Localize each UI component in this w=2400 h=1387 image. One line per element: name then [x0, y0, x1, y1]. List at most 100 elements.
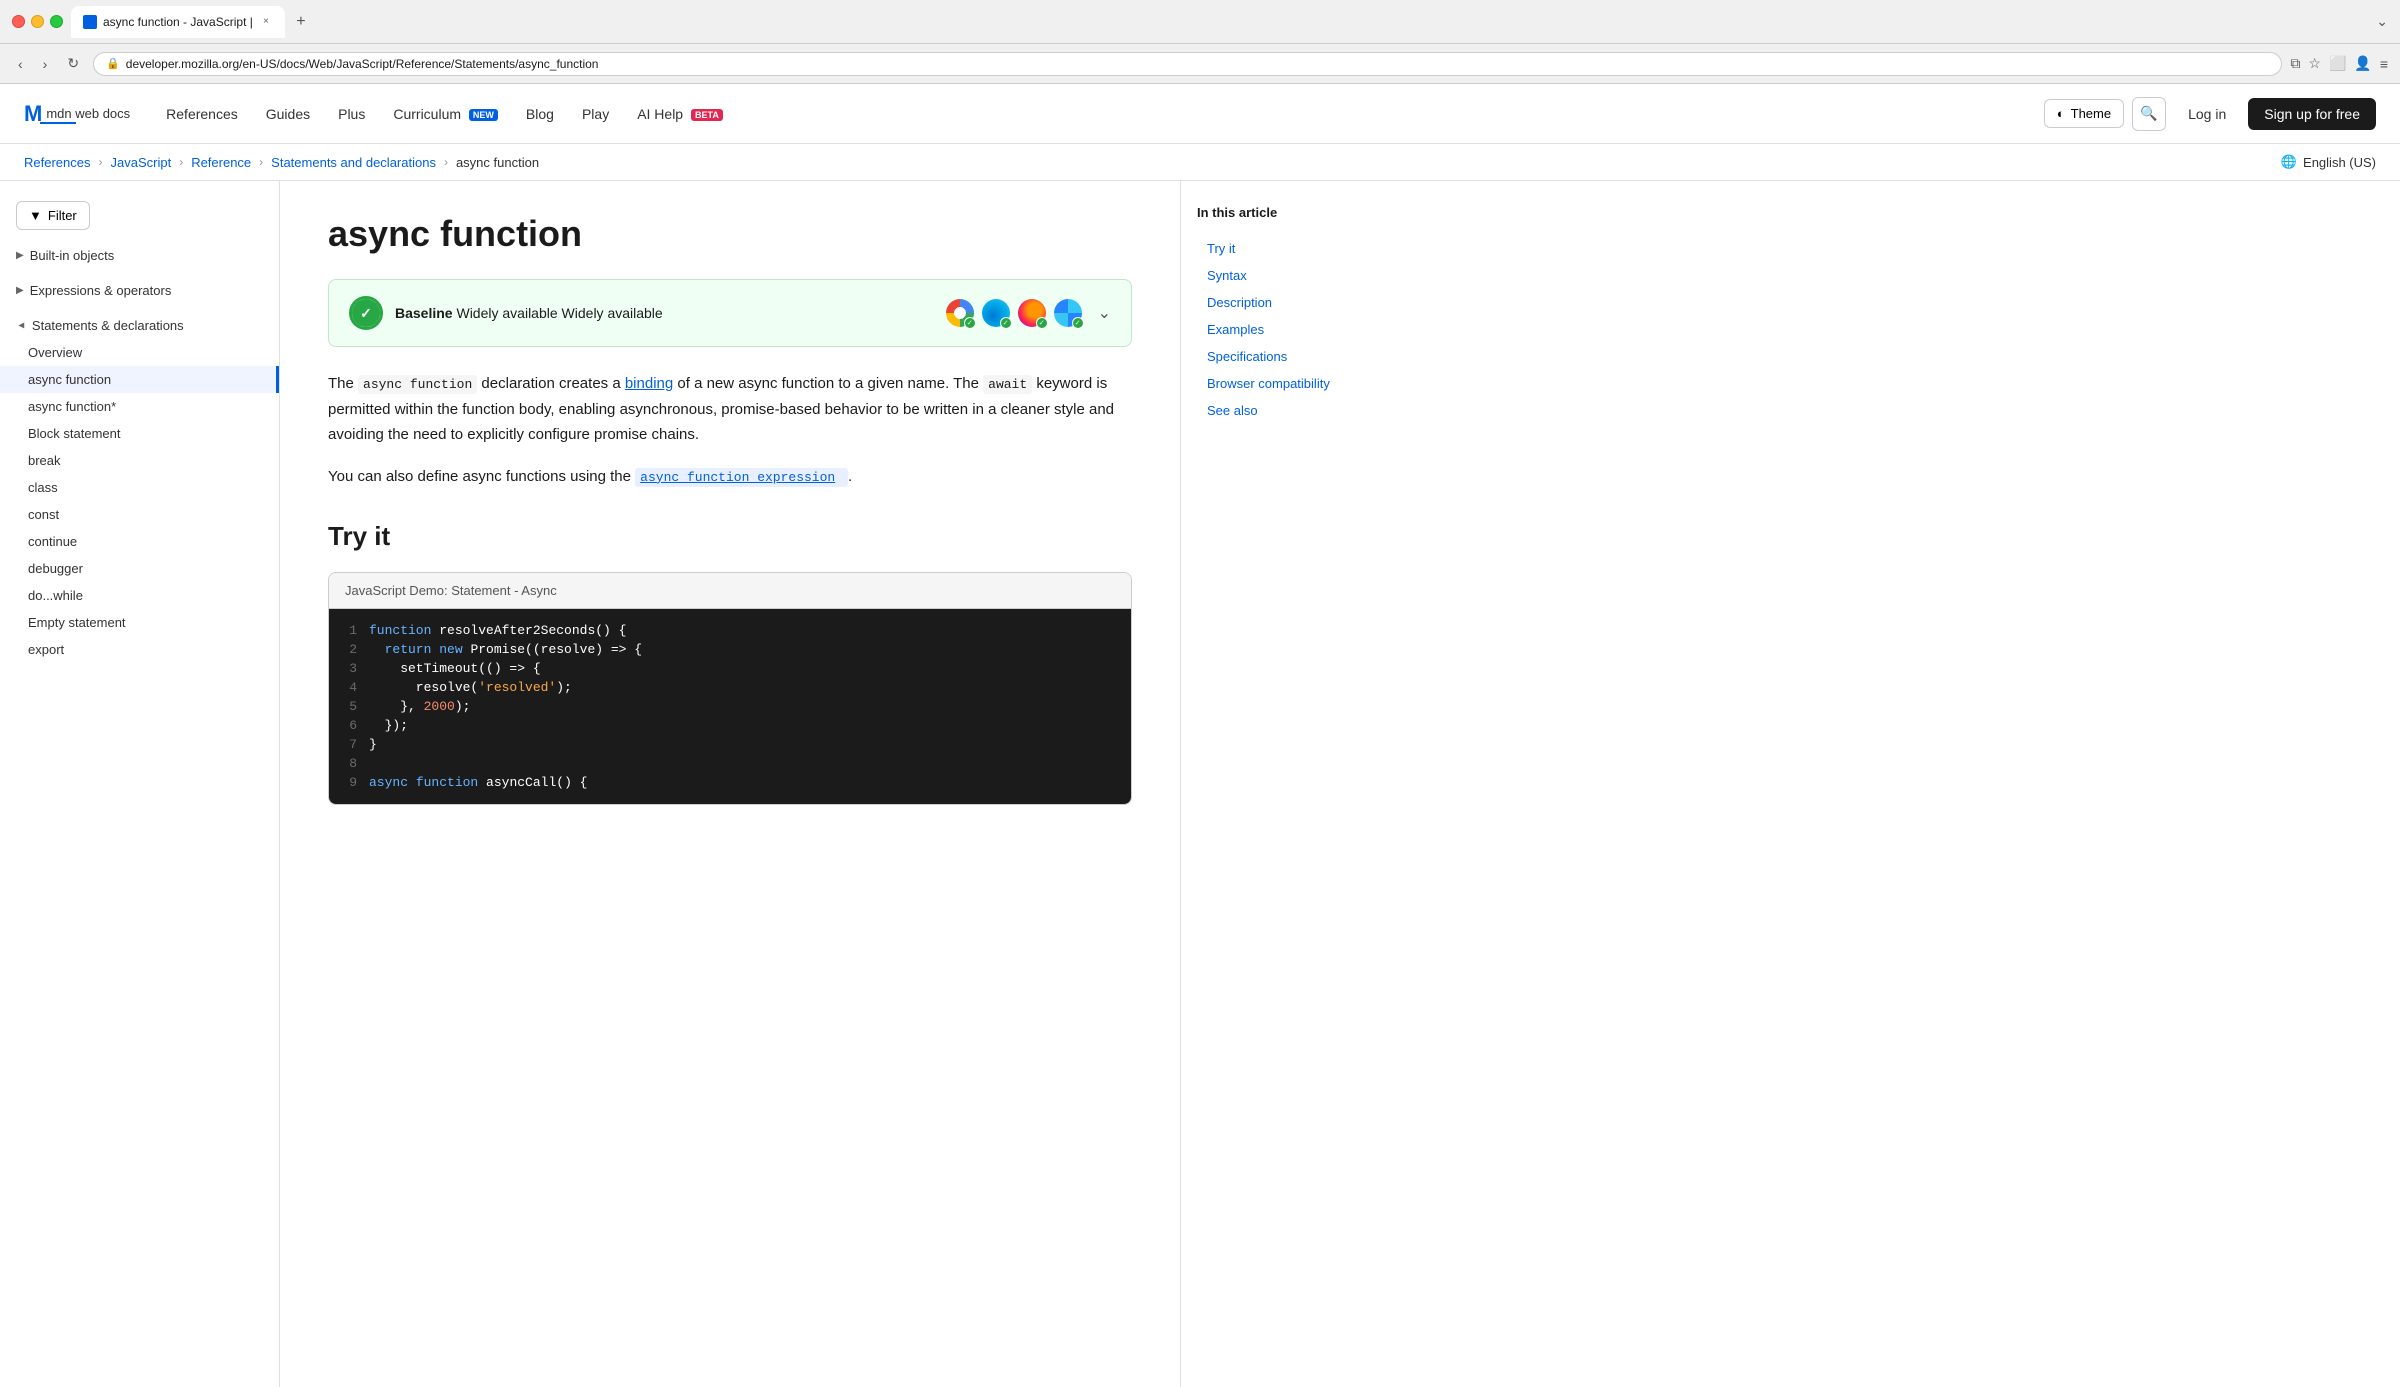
filter-button[interactable]: ▼ Filter	[16, 201, 90, 230]
baseline-check-icon	[349, 296, 383, 330]
chrome-check: ✓	[964, 317, 976, 329]
search-button[interactable]: 🔍	[2132, 97, 2166, 131]
language-selector[interactable]: 🌐 English (US)	[2281, 154, 2376, 170]
firefox-check: ✓	[1036, 317, 1048, 329]
url-input[interactable]: 🔒 developer.mozilla.org/en-US/docs/Web/J…	[93, 52, 2282, 76]
theme-button[interactable]: ◐ Theme	[2044, 99, 2124, 128]
maximize-button[interactable]	[50, 15, 63, 28]
extension-icon[interactable]: ⬜	[2329, 55, 2346, 72]
toc-specifications[interactable]: Specifications	[1197, 344, 1384, 369]
breadcrumb-current: async function	[456, 155, 539, 170]
line-num-4: 4	[329, 680, 369, 695]
back-button[interactable]: ‹	[12, 54, 29, 74]
breadcrumb-sep-1: ›	[98, 155, 102, 169]
nav-play[interactable]: Play	[570, 100, 621, 128]
code-line-2: 2 return new Promise((resolve) => {	[329, 640, 1131, 659]
baseline-banner: Baseline Widely available Widely availab…	[328, 279, 1132, 347]
minimize-button[interactable]	[31, 15, 44, 28]
traffic-lights	[12, 15, 63, 28]
header-actions: ◐ Theme 🔍 Log in Sign up for free	[2044, 97, 2376, 131]
login-button[interactable]: Log in	[2174, 100, 2240, 128]
nav-blog[interactable]: Blog	[514, 100, 566, 128]
toc-description[interactable]: Description	[1197, 290, 1384, 315]
sidebar-item-continue[interactable]: continue	[0, 528, 279, 555]
close-button[interactable]	[12, 15, 25, 28]
nav-aihelp[interactable]: AI Help BETA	[625, 100, 735, 128]
nav-references[interactable]: References	[154, 100, 250, 128]
async-function-expression-link[interactable]: async function expression	[640, 470, 835, 485]
sidebar-item-async-function[interactable]: async function	[0, 366, 279, 393]
sidebar-item-const[interactable]: const	[0, 501, 279, 528]
binding-link[interactable]: binding	[625, 375, 673, 392]
sidebar-section-expressions: ▶ Expressions & operators	[0, 273, 279, 308]
line-num-9: 9	[329, 775, 369, 790]
new-tab-button[interactable]: +	[289, 10, 313, 34]
new-badge: NEW	[469, 109, 498, 121]
sidebar-item-block[interactable]: Block statement	[0, 420, 279, 447]
code-demo-header: JavaScript Demo: Statement - Async	[329, 573, 1131, 609]
menu-icon[interactable]: ≡	[2380, 56, 2388, 72]
reload-button[interactable]: ↻	[61, 53, 85, 74]
signup-button[interactable]: Sign up for free	[2248, 98, 2376, 130]
tab-title: async function - JavaScript |	[103, 15, 253, 29]
desc-text-5: You can also define async functions usin…	[328, 468, 631, 485]
toc-see-also[interactable]: See also	[1197, 398, 1384, 423]
line-num-3: 3	[329, 661, 369, 676]
toc-examples[interactable]: Examples	[1197, 317, 1384, 342]
description-paragraph-1: The async function declaration creates a…	[328, 371, 1132, 448]
toc-try-it[interactable]: Try it	[1197, 236, 1384, 261]
sidebar-item-debugger[interactable]: debugger	[0, 555, 279, 582]
mdn-logo[interactable]: M mdn web docs	[24, 101, 130, 127]
nav-plus[interactable]: Plus	[326, 100, 377, 128]
page-title: async function	[328, 213, 1132, 255]
breadcrumb-references[interactable]: References	[24, 155, 90, 170]
sidebar-group-expressions[interactable]: ▶ Expressions & operators	[0, 277, 279, 304]
bookmark-icon[interactable]: ☆	[2308, 55, 2321, 72]
edge-check: ✓	[1000, 317, 1012, 329]
line-num-7: 7	[329, 737, 369, 752]
tab-favicon	[83, 15, 97, 29]
forward-button[interactable]: ›	[37, 54, 54, 74]
code-line-9: 9 async function asyncCall() {	[329, 773, 1131, 792]
theme-icon: ◐	[2057, 106, 2065, 121]
nav-curriculum[interactable]: Curriculum NEW	[381, 100, 510, 128]
try-it-title: Try it	[328, 521, 1132, 552]
breadcrumb-reference[interactable]: Reference	[191, 155, 251, 170]
tab-expand-button[interactable]: ⌄	[2376, 13, 2388, 30]
code-line-5: 5 }, 2000);	[329, 697, 1131, 716]
tab-close-button[interactable]: ×	[259, 15, 273, 29]
line-content-1: function resolveAfter2Seconds() {	[369, 623, 626, 638]
toc-browser-compat[interactable]: Browser compatibility	[1197, 371, 1384, 396]
code-line-7: 7 }	[329, 735, 1131, 754]
logo-text: mdn web docs	[46, 106, 130, 121]
breadcrumb-sep-3: ›	[259, 155, 263, 169]
url-text: developer.mozilla.org/en-US/docs/Web/Jav…	[126, 57, 2270, 71]
sidebar-group-builtins[interactable]: ▶ Built-in objects	[0, 242, 279, 269]
sidebar-item-async-generator[interactable]: async function*	[0, 393, 279, 420]
baseline-expand-button[interactable]: ⌄	[1098, 303, 1111, 323]
profile-icon[interactable]: 👤	[2354, 55, 2371, 72]
sidebar-item-export[interactable]: export	[0, 636, 279, 663]
toc-syntax[interactable]: Syntax	[1197, 263, 1384, 288]
language-label: English (US)	[2303, 155, 2376, 170]
line-num-5: 5	[329, 699, 369, 714]
sidebar-group-statements[interactable]: ▼ Statements & declarations	[0, 312, 279, 339]
sidebar-item-empty[interactable]: Empty statement	[0, 609, 279, 636]
firefox-icon-group: ✓	[1018, 299, 1046, 327]
lock-icon: 🔒	[106, 57, 120, 70]
screen-share-icon[interactable]: ⧉	[2290, 55, 2300, 72]
code-demo: JavaScript Demo: Statement - Async 1 fun…	[328, 572, 1132, 805]
beta-badge: BETA	[691, 109, 723, 121]
sidebar-item-break[interactable]: break	[0, 447, 279, 474]
safari-icon-group: ✓	[1054, 299, 1082, 327]
main-layout: ▼ Filter ▶ Built-in objects ▶ Expression…	[0, 181, 2400, 1387]
breadcrumb-javascript[interactable]: JavaScript	[110, 155, 171, 170]
breadcrumb-statements[interactable]: Statements and declarations	[271, 155, 436, 170]
sidebar-item-class[interactable]: class	[0, 474, 279, 501]
main-content: async function Baseline Widely available…	[280, 181, 1180, 1387]
active-tab[interactable]: async function - JavaScript | ×	[71, 6, 285, 38]
line-num-2: 2	[329, 642, 369, 657]
nav-guides[interactable]: Guides	[254, 100, 322, 128]
sidebar-item-dowhile[interactable]: do...while	[0, 582, 279, 609]
sidebar-item-overview[interactable]: Overview	[0, 339, 279, 366]
